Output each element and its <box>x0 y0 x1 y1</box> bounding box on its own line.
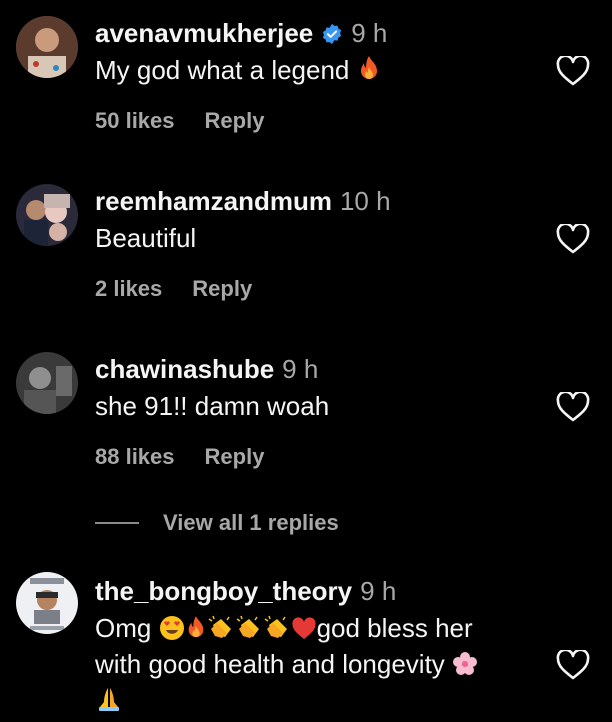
comment-text-content: Beautiful <box>95 223 197 253</box>
clapping-hands-emoji-icon <box>264 615 287 638</box>
reply-button[interactable]: Reply <box>205 444 265 469</box>
comment-header: avenavmukherjee 9 h <box>95 18 387 48</box>
comment-text: she 91!! damn woah <box>95 388 525 424</box>
avatar[interactable] <box>16 352 78 414</box>
avatar[interactable] <box>16 16 78 78</box>
comment-actions: 88 likes Reply <box>95 444 264 470</box>
comment-header: the_bongboy_theory 9 h <box>95 576 396 606</box>
fire-emoji-icon <box>188 616 203 638</box>
comment-text-content: god bless her <box>316 613 473 643</box>
clapping-hands-emoji-icon <box>208 615 231 638</box>
timestamp: 9 h <box>360 576 397 606</box>
comment-text-content: with good health and longevity <box>95 649 445 679</box>
comment-text-content: Omg <box>95 613 152 643</box>
comment-text: My god what a legend <box>95 52 525 88</box>
username[interactable]: the_bongboy_theory <box>95 576 352 606</box>
timestamp: 9 h <box>282 354 319 384</box>
heart-icon[interactable] <box>556 650 590 680</box>
comment-header: chawinashube 9 h <box>95 354 318 384</box>
avatar[interactable] <box>16 184 78 246</box>
avatar[interactable] <box>16 572 78 634</box>
view-replies-button[interactable]: View all 1 replies <box>95 510 339 536</box>
likes-count[interactable]: 88 likes <box>95 444 175 469</box>
red-heart-emoji-icon <box>291 617 316 639</box>
timestamp: 10 h <box>339 186 391 216</box>
username[interactable]: reemhamzandmum <box>95 186 332 216</box>
clapping-hands-emoji-icon <box>236 615 259 638</box>
heart-icon[interactable] <box>556 56 590 86</box>
comment-actions: 50 likes Reply <box>95 108 264 134</box>
comment-text: Omg god bless her with good health and l… <box>95 610 535 718</box>
comment-text-content: My god what a legend <box>95 55 350 85</box>
divider-line <box>95 522 139 524</box>
heart-icon[interactable] <box>556 392 590 422</box>
cherry-blossom-emoji-icon <box>453 652 478 675</box>
username[interactable]: avenavmukherjee <box>95 18 313 48</box>
comment-text-content: she 91!! damn woah <box>95 391 330 421</box>
folded-hands-emoji-icon <box>99 688 119 711</box>
reply-button[interactable]: Reply <box>205 108 265 133</box>
comment-header: reemhamzandmum 10 h <box>95 186 391 216</box>
timestamp: 9 h <box>351 18 388 48</box>
likes-count[interactable]: 50 likes <box>95 108 175 133</box>
verified-badge-icon <box>323 23 342 45</box>
reply-button[interactable]: Reply <box>192 276 252 301</box>
likes-count[interactable]: 2 likes <box>95 276 162 301</box>
username[interactable]: chawinashube <box>95 354 274 384</box>
comment-text: Beautiful <box>95 220 525 256</box>
fire-emoji-icon <box>360 56 377 79</box>
heart-eyes-emoji-icon <box>159 616 184 640</box>
heart-icon[interactable] <box>556 224 590 254</box>
comment-actions: 2 likes Reply <box>95 276 252 302</box>
view-replies-label[interactable]: View all 1 replies <box>163 510 339 535</box>
